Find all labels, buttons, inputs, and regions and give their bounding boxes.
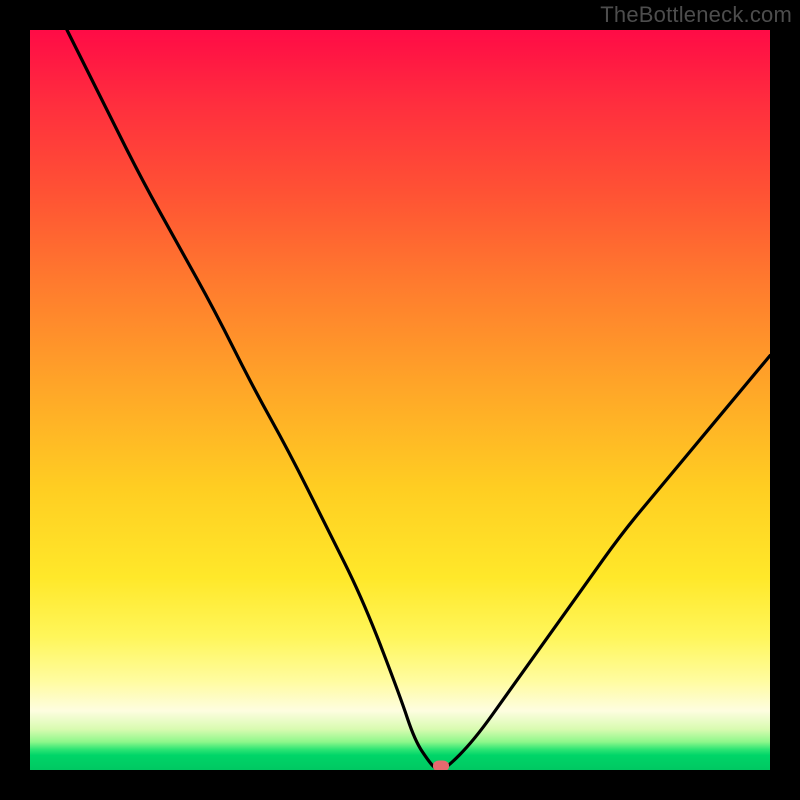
chart-frame: TheBottleneck.com — [0, 0, 800, 800]
plot-area — [30, 30, 770, 770]
curve-path — [67, 30, 770, 770]
bottleneck-curve — [30, 30, 770, 770]
watermark-text: TheBottleneck.com — [600, 2, 792, 28]
minimum-marker — [433, 761, 449, 771]
